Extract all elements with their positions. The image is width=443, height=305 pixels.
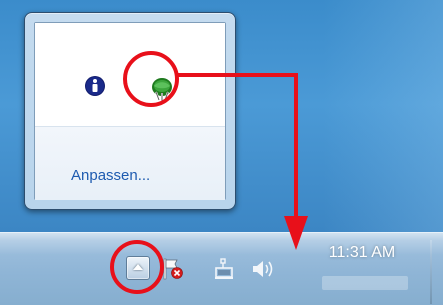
flyout-icon-area (35, 23, 225, 126)
show-desktop-divider[interactable] (430, 240, 432, 304)
customize-link[interactable]: Anpassen... (71, 167, 150, 184)
show-hidden-icons-button[interactable] (126, 256, 150, 280)
green-app-icon[interactable] (150, 77, 174, 108)
flyout-footer: Anpassen... (35, 126, 225, 200)
volume-icon[interactable] (251, 258, 277, 285)
network-icon[interactable] (213, 258, 237, 285)
clock-date-blurred (322, 276, 408, 290)
action-center-flag-icon[interactable] (162, 258, 184, 285)
flyout-panel: Anpassen... (34, 22, 226, 200)
clock-time[interactable]: 11:31 AM (302, 244, 422, 262)
info-icon[interactable] (84, 75, 106, 102)
notification-overflow-flyout: Anpassen... (24, 12, 236, 210)
